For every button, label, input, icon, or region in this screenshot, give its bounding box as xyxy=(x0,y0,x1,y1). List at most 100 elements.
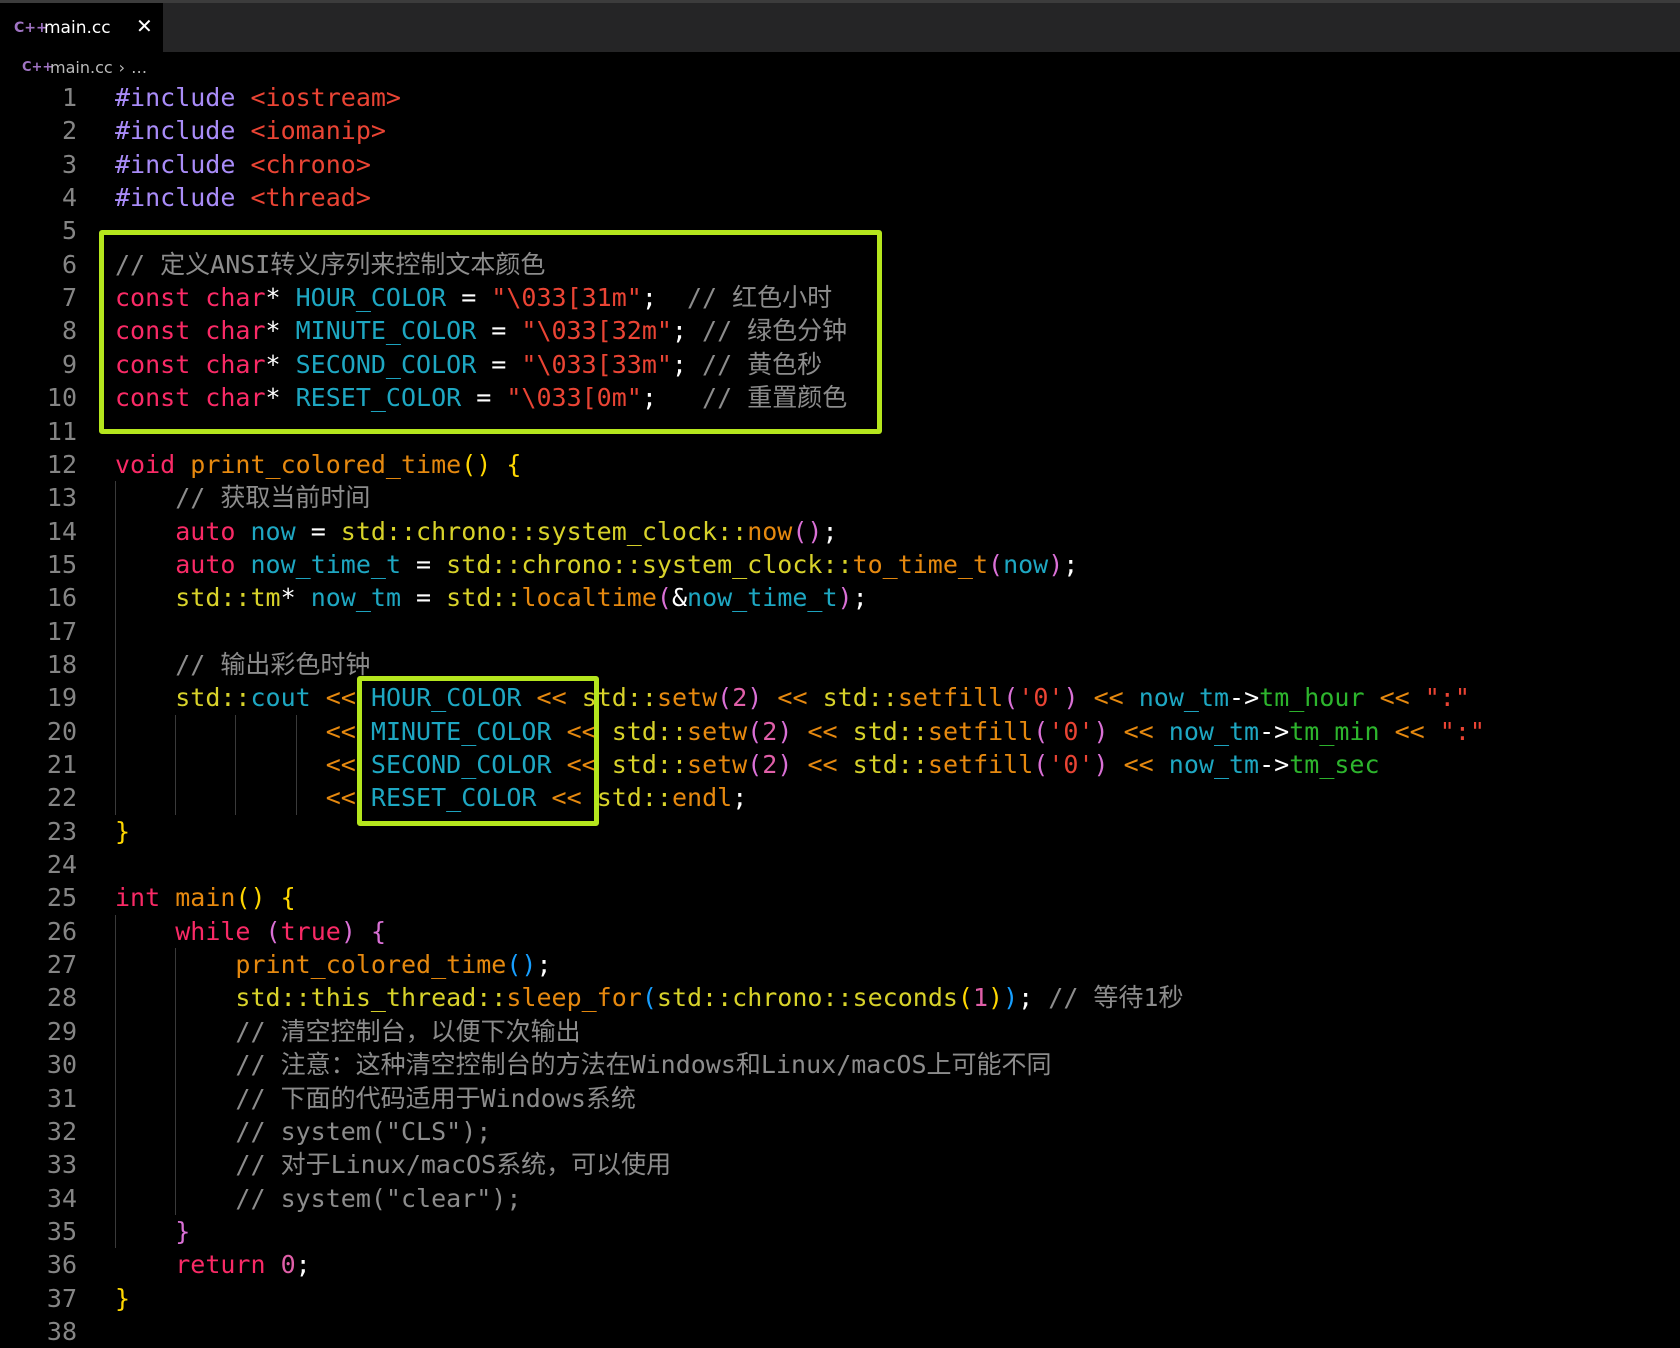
token-b3: () xyxy=(506,950,537,980)
code-line[interactable]: 13 // 获取当前时间 xyxy=(0,481,1680,514)
token-pp: #include xyxy=(115,149,251,179)
token-b3: ) xyxy=(1003,983,1019,1013)
code-line[interactable]: 34 // system("clear"); xyxy=(0,1182,1680,1215)
code-line[interactable]: 24 xyxy=(0,848,1680,881)
code-line[interactable]: 20 << MINUTE_COLOR << std::setw(2) << st… xyxy=(0,715,1680,748)
token-op: ; xyxy=(852,583,868,613)
token-id: now_tm xyxy=(1138,683,1230,713)
token-str: '0' xyxy=(1018,683,1064,713)
code-line[interactable]: 36 return 0; xyxy=(0,1248,1680,1281)
token-pp: #include xyxy=(115,83,251,112)
code-line[interactable]: 12 void print_colored_time() { xyxy=(0,448,1680,481)
code-line[interactable]: 30 // 注意：这种清空控制台的方法在Windows和Linux/macOS上… xyxy=(0,1048,1680,1081)
token-sh: << xyxy=(1123,716,1154,746)
code-line[interactable]: 27 print_colored_time(); xyxy=(0,948,1680,981)
token-b2: ( xyxy=(717,683,733,713)
token-fn: setw xyxy=(656,683,718,713)
token-op xyxy=(1410,683,1425,712)
code-line[interactable]: 38 xyxy=(0,1315,1680,1348)
breadcrumb-symbols[interactable]: … xyxy=(131,58,147,77)
code-line[interactable]: 3 #include <chrono> xyxy=(0,148,1680,181)
code-line[interactable]: 16 std::tm* now_tm = std::localtime(&now… xyxy=(0,581,1680,614)
cpp-file-icon: C++ xyxy=(14,19,48,36)
highlight-box-color-constants xyxy=(99,230,882,434)
code-line[interactable]: 32 // system("CLS"); xyxy=(0,1115,1680,1148)
line-number: 23 xyxy=(46,816,77,846)
token-b3: ( xyxy=(641,983,657,1013)
token-sh: << xyxy=(777,683,808,713)
code-line[interactable]: 14 auto now = std::chrono::system_clock:… xyxy=(0,515,1680,548)
token-b1: () xyxy=(235,883,266,913)
token-id: now xyxy=(250,516,296,546)
code-line[interactable]: 1 #include <iostream> xyxy=(0,81,1680,114)
token-num: 0 xyxy=(280,1250,296,1280)
token-id: now_tm xyxy=(310,583,401,613)
code-text: // 注意：这种清空控制台的方法在Windows和Linux/macOS上可能不… xyxy=(115,1048,1051,1081)
close-icon[interactable]: ✕ xyxy=(136,14,153,38)
token-op: = xyxy=(295,516,341,546)
token-ns: std::tm xyxy=(175,583,281,613)
token-id: now xyxy=(1003,549,1049,579)
token-b2: ) xyxy=(1063,683,1079,713)
token-fn: localtime xyxy=(521,583,657,613)
token-op: -> xyxy=(1259,716,1290,746)
line-number: 16 xyxy=(46,583,77,613)
line-number: 14 xyxy=(46,516,77,546)
code-line[interactable]: 19 std::cout << HOUR_COLOR << std::setw(… xyxy=(0,681,1680,714)
token-str: ":" xyxy=(1439,716,1485,746)
code-text: #include <iostream> xyxy=(115,81,401,114)
code-text: // 清空控制台，以便下次输出 xyxy=(115,1015,580,1048)
code-line[interactable]: 4 #include <thread> xyxy=(0,181,1680,214)
code-text: // 输出彩色时钟 xyxy=(115,648,370,681)
token-id: cout xyxy=(250,683,311,713)
token-op: * xyxy=(280,583,311,613)
breadcrumb-file[interactable]: main.cc xyxy=(50,58,113,77)
code-text: auto now_time_t = std::chrono::system_cl… xyxy=(115,548,1078,581)
token-kw: void xyxy=(115,449,191,479)
code-line[interactable]: 25 int main() { xyxy=(0,881,1680,914)
code-line[interactable]: 23} xyxy=(0,815,1680,848)
code-line[interactable]: 28 std::this_thread::sleep_for(std::chro… xyxy=(0,981,1680,1014)
code-line[interactable]: 22 << RESET_COLOR << std::endl; xyxy=(0,781,1680,814)
tab-main-cc[interactable]: C++ main.cc ✕ xyxy=(0,3,163,52)
code-line[interactable]: 17 xyxy=(0,615,1680,648)
line-number: 9 xyxy=(61,349,77,379)
line-number: 12 xyxy=(46,449,77,479)
token-b2: ) xyxy=(777,716,793,746)
token-b2: ( xyxy=(1003,683,1019,713)
line-number: 25 xyxy=(46,883,77,913)
token-op xyxy=(762,683,777,712)
cpp-file-icon: C++ xyxy=(22,59,54,75)
code-line[interactable]: 37} xyxy=(0,1282,1680,1315)
token-str: <chrono> xyxy=(250,149,371,179)
code-line[interactable]: 2 #include <iomanip> xyxy=(0,114,1680,147)
token-b2: ) xyxy=(1048,549,1064,579)
token-num: 2 xyxy=(762,750,778,779)
code-line[interactable]: 26 while (true) { xyxy=(0,915,1680,948)
line-number: 4 xyxy=(61,183,77,213)
token-cm: // 输出彩色时钟 xyxy=(175,649,371,679)
code-line[interactable]: 15 auto now_time_t = std::chrono::system… xyxy=(0,548,1680,581)
code-line[interactable]: 33 // 对于Linux/macOS系统，可以使用 xyxy=(0,1148,1680,1181)
code-line[interactable]: 21 << SECOND_COLOR << std::setw(2) << st… xyxy=(0,748,1680,781)
token-op xyxy=(115,717,326,746)
line-number: 7 xyxy=(61,283,77,313)
token-sh: << xyxy=(325,683,356,713)
token-op: ; xyxy=(1018,983,1049,1013)
highlight-box-color-usage xyxy=(357,676,599,826)
token-sh: << xyxy=(325,716,356,746)
token-op: ; xyxy=(1063,549,1079,579)
token-b2: ) xyxy=(777,750,793,779)
line-number: 35 xyxy=(46,1216,77,1246)
token-pp: #include xyxy=(115,116,251,146)
token-ns: std:: xyxy=(852,716,928,746)
token-op xyxy=(311,683,326,712)
token-ns: std::chrono::seconds xyxy=(656,983,958,1013)
line-number: 30 xyxy=(46,1050,77,1080)
code-line[interactable]: 18 // 输出彩色时钟 xyxy=(0,648,1680,681)
token-op xyxy=(1154,750,1169,779)
code-line[interactable]: 31 // 下面的代码适用于Windows系统 xyxy=(0,1082,1680,1115)
token-b2: ( xyxy=(747,716,763,746)
code-line[interactable]: 35 } xyxy=(0,1215,1680,1248)
code-line[interactable]: 29 // 清空控制台，以便下次输出 xyxy=(0,1015,1680,1048)
